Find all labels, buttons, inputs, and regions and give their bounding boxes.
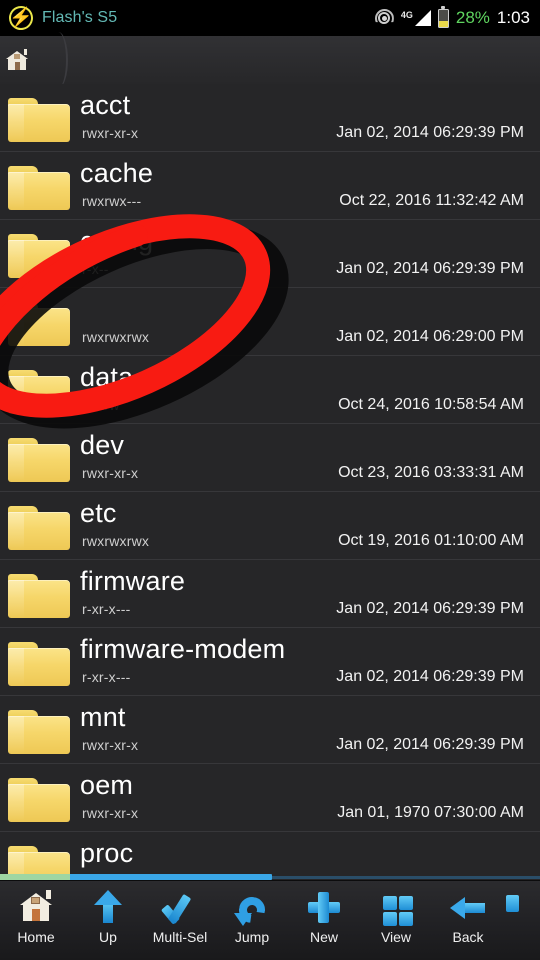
file-permissions: rwxrw <box>82 397 120 413</box>
table-row[interactable]: cache rwxrwx--- Oct 22, 2016 11:32:42 AM <box>0 152 540 220</box>
file-name: oem <box>80 770 134 800</box>
breadcrumb[interactable] <box>0 31 540 88</box>
folder-icon <box>8 506 70 550</box>
network-type-label: 4G <box>400 10 413 20</box>
bottom-toolbar[interactable]: Home Up Multi-Sel Jump New View Back <box>0 880 540 960</box>
file-name: dev <box>80 430 125 460</box>
file-name: cache <box>80 158 154 188</box>
file-permissions: r-xr-x--- <box>82 669 131 685</box>
battery-icon <box>437 6 449 28</box>
folder-icon <box>8 166 70 210</box>
file-name: acct <box>80 90 131 120</box>
toolbar-button-multi-sel[interactable]: Multi-Sel <box>144 881 216 960</box>
file-name: data <box>80 362 134 392</box>
status-bar-right: 4G 28% 1:03 <box>374 6 530 28</box>
file-name: firmware <box>80 566 186 596</box>
toolbar-button-jump[interactable]: Jump <box>216 881 288 960</box>
table-row[interactable]: oem rwxr-xr-x Jan 01, 1970 07:30:00 AM <box>0 764 540 832</box>
file-list[interactable]: acct rwxr-xr-x Jan 02, 2014 06:29:39 PM cac… <box>0 84 540 880</box>
toolbar-button-view[interactable]: View <box>360 881 432 960</box>
file-permissions: r-xr-x--- <box>82 601 131 617</box>
table-row[interactable]: data rwxrw Oct 24, 2016 10:58:54 AM <box>0 356 540 424</box>
carrier-label: Flash's S5 <box>42 9 118 26</box>
file-modified-date: Jan 02, 2014 06:29:39 PM <box>336 668 524 685</box>
folder-icon <box>8 710 70 754</box>
toolbar-label-multi-sel: Multi-Sel <box>152 929 208 945</box>
folder-icon <box>8 370 70 414</box>
table-row[interactable]: firmware-modem r-xr-x--- Jan 02, 2014 06:2… <box>0 628 540 696</box>
file-modified-date: Oct 23, 2016 03:33:31 AM <box>338 464 524 481</box>
table-row[interactable]: mnt rwxr-xr-x Jan 02, 2014 06:29:39 PM <box>0 696 540 764</box>
signal-bars-icon: 4G <box>401 10 431 26</box>
table-row[interactable]: rwxrwxrwx Jan 02, 2014 06:29:00 PM <box>0 288 540 356</box>
file-modified-date: Jan 02, 2014 06:29:39 PM <box>336 260 524 277</box>
toolbar-label-view: View <box>380 929 412 945</box>
table-row[interactable]: acct rwxr-xr-x Jan 02, 2014 06:29:39 PM <box>0 84 540 152</box>
folder-icon <box>8 302 70 346</box>
file-permissions: rwxrwx--- <box>82 193 142 209</box>
hotspot-icon <box>374 8 394 28</box>
file-modified-date: Jan 02, 2014 06:29:39 PM <box>336 124 524 141</box>
file-modified-date: Oct 24, 2016 10:58:54 AM <box>338 396 524 413</box>
home-icon <box>16 887 56 927</box>
table-row[interactable]: proc <box>0 832 540 880</box>
toolbar-button-up[interactable]: Up <box>72 881 144 960</box>
checkmark-icon <box>160 887 200 927</box>
file-modified-date: Oct 22, 2016 11:32:42 AM <box>339 192 524 209</box>
toolbar-button-new[interactable]: New <box>288 881 360 960</box>
toolbar-button-home[interactable]: Home <box>0 881 72 960</box>
arrow-left-icon <box>448 887 488 927</box>
file-modified-date: Oct 19, 2016 01:10:00 AM <box>338 532 524 549</box>
file-permissions: r-x-- <box>82 261 109 277</box>
folder-icon <box>8 642 70 686</box>
toolbar-label-up: Up <box>99 929 117 945</box>
curved-arrow-icon <box>232 887 272 927</box>
file-permissions: rwxr-xr-x <box>82 805 139 821</box>
grid-view-icon <box>376 887 416 927</box>
file-permissions: rwxr-xr-x <box>82 737 139 753</box>
toolbar-label-home: Home <box>17 929 55 945</box>
table-row[interactable]: etc rwxrwxrwx Oct 19, 2016 01:10:00 AM <box>0 492 540 560</box>
file-name: etc <box>80 498 117 528</box>
toolbar-label-back: Back <box>452 929 484 945</box>
table-row[interactable]: config r-x-- Jan 02, 2014 06:29:39 PM <box>0 220 540 288</box>
file-permissions: rwxr-xr-x <box>82 125 139 141</box>
file-name: config <box>80 226 154 256</box>
folder-icon <box>8 574 70 618</box>
file-modified-date: Jan 01, 1970 07:30:00 AM <box>337 804 524 821</box>
folder-icon <box>8 234 70 278</box>
file-name: firmware-modem <box>80 634 286 664</box>
folder-icon <box>8 98 70 142</box>
file-permissions: rwxrwxrwx <box>82 533 150 549</box>
home-icon[interactable] <box>6 48 28 71</box>
toolbar-overflow-partial-icon[interactable] <box>504 881 534 960</box>
status-bar-left: ⚡ Flash's S5 <box>6 3 375 33</box>
file-modified-date: Jan 02, 2014 06:29:00 PM <box>336 328 524 345</box>
clock-label: 1:03 <box>496 8 530 27</box>
file-name: mnt <box>80 702 126 732</box>
table-row[interactable]: dev rwxr-xr-x Oct 23, 2016 03:33:31 AM <box>0 424 540 492</box>
plus-icon <box>304 887 344 927</box>
toolbar-label-jump: Jump <box>234 929 270 945</box>
breadcrumb-root[interactable] <box>0 31 68 88</box>
app-screen: ⚡ Flash's S5 4G 28% 1:03 acct rwxr-xr-x … <box>0 0 540 960</box>
chevron-right-icon <box>42 31 68 88</box>
flash-bolt-logo-icon: ⚡ <box>6 3 36 33</box>
table-row[interactable]: firmware r-xr-x--- Jan 02, 2014 06:29:39 P… <box>0 560 540 628</box>
status-bar: ⚡ Flash's S5 4G 28% 1:03 <box>0 0 540 36</box>
file-name: proc <box>80 838 134 868</box>
toolbar-label-new: New <box>309 929 338 945</box>
folder-icon <box>8 778 70 822</box>
folder-icon <box>8 438 70 482</box>
battery-percent-label: 28% <box>455 8 490 27</box>
arrow-up-icon <box>88 887 128 927</box>
file-modified-date: Jan 02, 2014 06:29:39 PM <box>336 600 524 617</box>
file-permissions: rwxr-xr-x <box>82 465 139 481</box>
file-permissions: rwxrwxrwx <box>82 329 150 345</box>
file-modified-date: Jan 02, 2014 06:29:39 PM <box>336 736 524 753</box>
toolbar-button-back[interactable]: Back <box>432 881 504 960</box>
